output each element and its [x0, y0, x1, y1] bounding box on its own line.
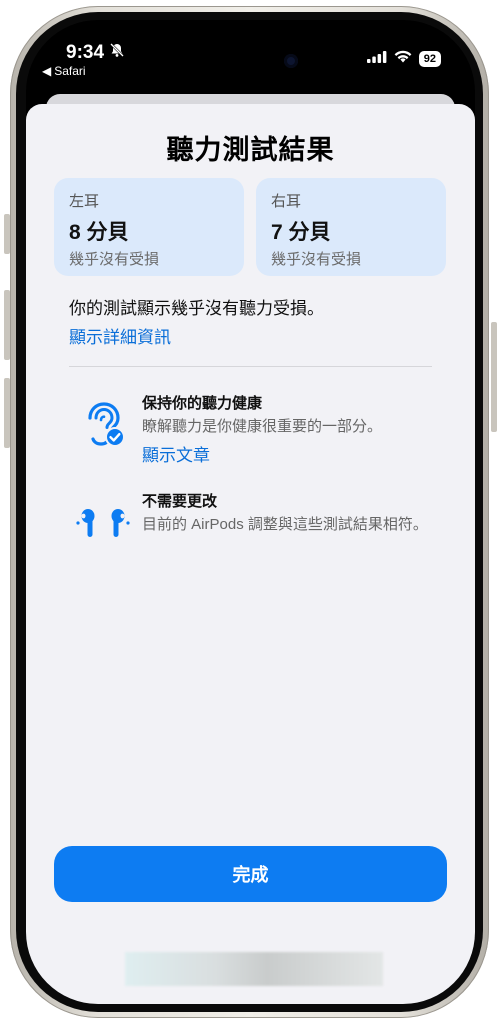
- back-app-label: Safari: [54, 64, 86, 78]
- done-button[interactable]: 完成: [54, 846, 447, 902]
- summary-text: 你的測試顯示幾乎沒有聽力受損。: [69, 299, 324, 318]
- no-change-title: 不需要更改: [142, 493, 218, 510]
- dynamic-island: [188, 43, 314, 80]
- clock: 9:34: [66, 42, 105, 63]
- volume-up-button: [4, 290, 10, 360]
- airpods-icon: [76, 507, 130, 552]
- action-button: [4, 214, 10, 254]
- right-ear-card: 右耳 7 分貝 幾乎沒有受損: [256, 178, 446, 276]
- left-ear-card: 左耳 8 分貝 幾乎沒有受損: [54, 178, 244, 276]
- divider: [69, 366, 432, 367]
- status-indicators: 92: [366, 50, 441, 68]
- right-ear-label: 右耳: [271, 193, 302, 210]
- status-time: 9:34: [66, 42, 125, 64]
- home-indicator-area: [125, 952, 383, 986]
- wifi-icon: [394, 50, 412, 68]
- left-ear-label: 左耳: [69, 193, 100, 210]
- page-title: 聽力測試結果: [166, 135, 335, 165]
- phone: 9:34 ◀ Safari 92 聽力測試結果 左耳 8 分貝 幾乎沒有受損 右…: [0, 0, 501, 1024]
- cellular-signal-icon: [366, 50, 387, 68]
- hearing-health-title: 保持你的聽力健康: [142, 395, 263, 412]
- camera-icon: [284, 54, 298, 68]
- back-to-app-link[interactable]: ◀ Safari: [42, 64, 86, 78]
- no-change-description: 目前的 AirPods 調整與這些測試結果相符。: [142, 516, 428, 533]
- power-button: [491, 322, 497, 432]
- right-ear-status: 幾乎沒有受損: [271, 251, 362, 268]
- show-details-link[interactable]: 顯示詳細資訊: [69, 323, 171, 348]
- left-ear-status: 幾乎沒有受損: [69, 251, 160, 268]
- battery-indicator: 92: [418, 51, 441, 67]
- screen: 9:34 ◀ Safari 92 聽力測試結果 左耳 8 分貝 幾乎沒有受損 右…: [26, 20, 475, 1004]
- show-article-link[interactable]: 顯示文章: [142, 441, 210, 466]
- back-triangle-icon: ◀: [42, 64, 52, 78]
- hearing-health-description: 瞭解聽力是你健康很重要的一部分。: [142, 418, 383, 435]
- bell-slash-icon: [109, 42, 125, 64]
- left-ear-value: 8 分貝: [69, 221, 129, 244]
- volume-down-button: [4, 378, 10, 448]
- ear-check-icon: [82, 400, 126, 453]
- right-ear-value: 7 分貝: [271, 221, 331, 244]
